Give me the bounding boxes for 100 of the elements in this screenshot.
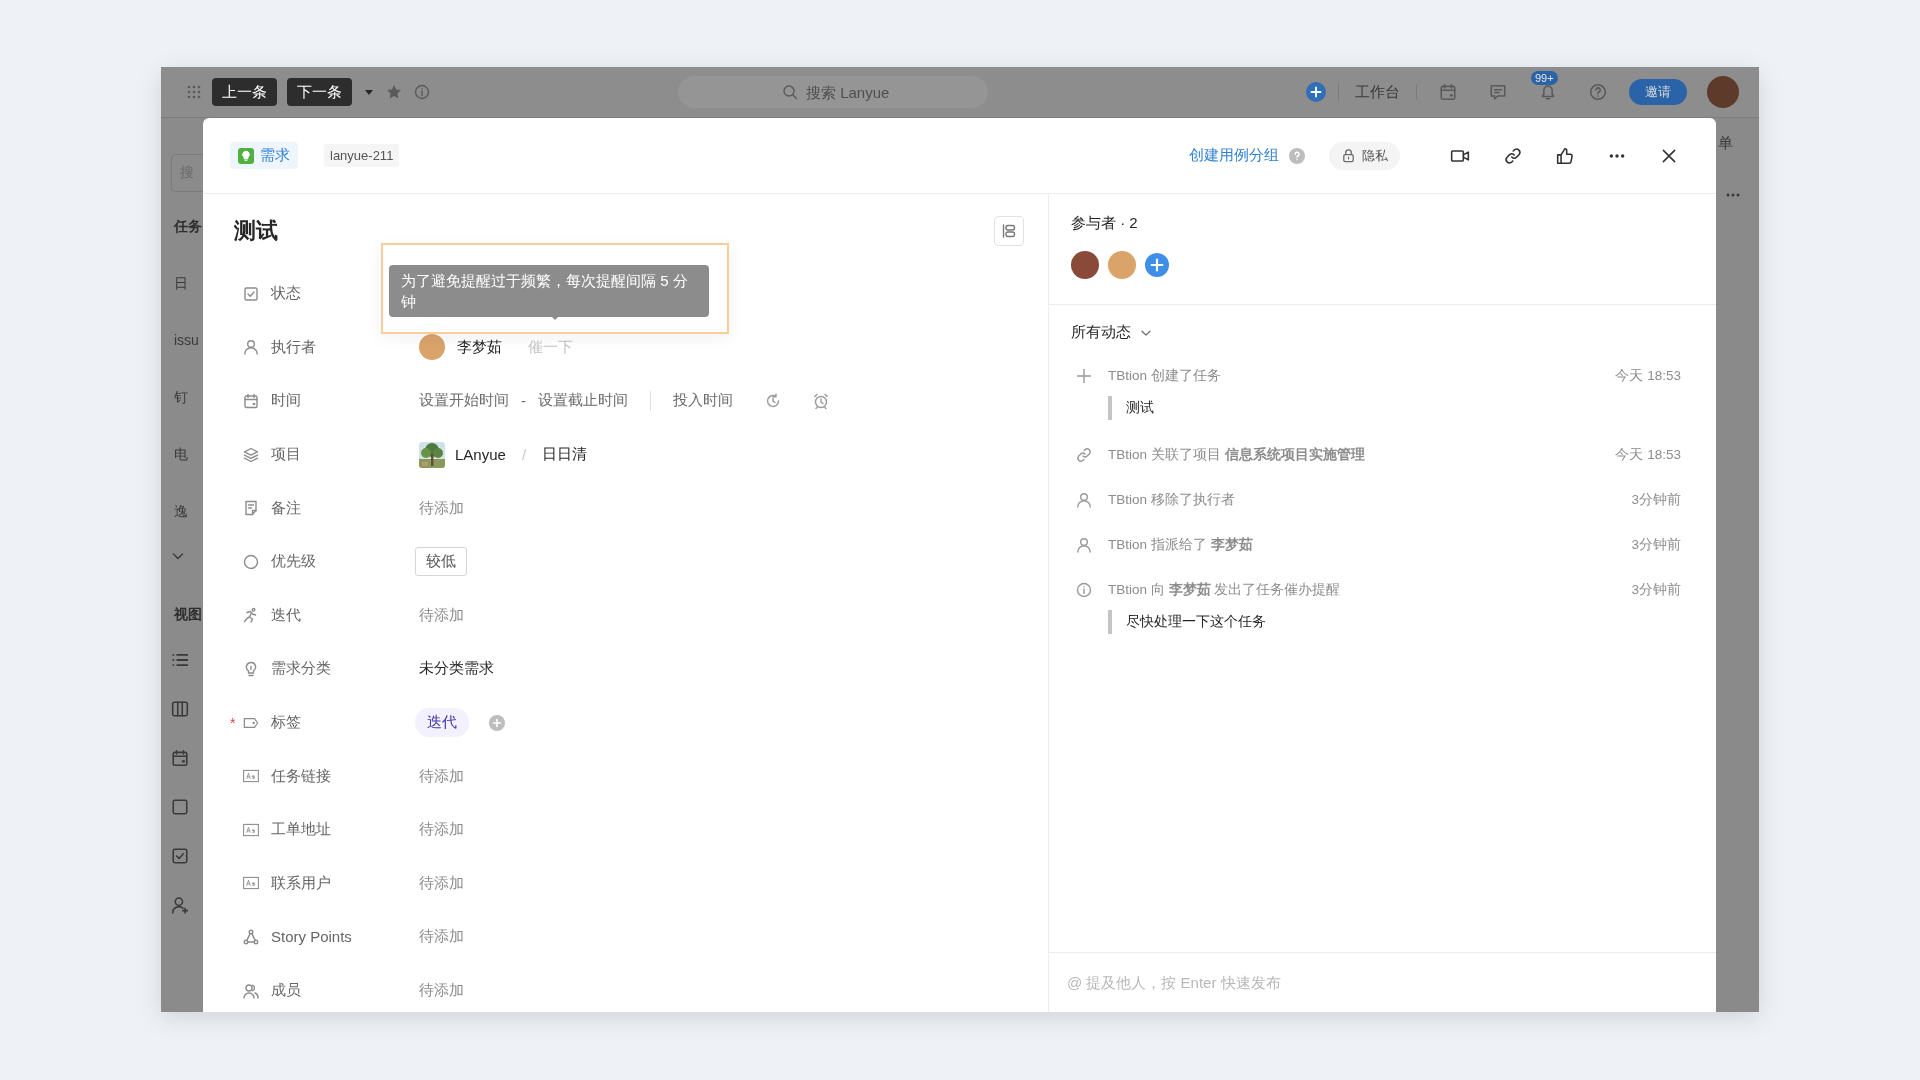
time-separator: - xyxy=(521,392,526,410)
note-icon xyxy=(243,500,259,517)
sidebar-item[interactable]: 日 xyxy=(174,263,203,320)
field-label: 任务链接 xyxy=(271,766,331,786)
link-icon xyxy=(1076,447,1092,463)
field-label: 状态 xyxy=(271,284,301,304)
workbench-link[interactable]: 工作台 xyxy=(1355,82,1400,102)
help-icon[interactable] xyxy=(1589,83,1607,101)
user-icon xyxy=(1076,537,1092,553)
circle-icon xyxy=(243,553,259,570)
empty-field[interactable]: 待添加 xyxy=(419,498,464,518)
type-tag[interactable]: 需求 xyxy=(230,142,298,169)
field-label: 工单地址 xyxy=(271,820,331,840)
invite-button[interactable]: 邀请 xyxy=(1629,79,1687,105)
task-id: lanyue-211 xyxy=(324,144,400,167)
layout-button[interactable] xyxy=(994,215,1024,246)
user-icon xyxy=(1076,492,1092,508)
activity-quote: 测试 xyxy=(1108,396,1681,420)
empty-field[interactable]: 待添加 xyxy=(419,927,464,947)
activity-filter[interactable]: 所有动态 xyxy=(1071,323,1131,342)
empty-field[interactable]: 待添加 xyxy=(419,766,464,786)
activity-time: 今天 18:53 xyxy=(1615,446,1681,464)
alarm-icon[interactable] xyxy=(813,393,829,409)
start-time-field[interactable]: 设置开始时间 xyxy=(419,391,509,411)
checkbox-icon[interactable] xyxy=(171,847,189,865)
info-icon[interactable] xyxy=(414,84,430,100)
search-field[interactable]: 搜索 Lanyue xyxy=(678,76,988,108)
chat-icon[interactable] xyxy=(1489,83,1507,101)
calendar-icon[interactable] xyxy=(171,749,189,767)
activity-time: 3分钟前 xyxy=(1631,581,1681,599)
add-icon[interactable] xyxy=(1306,82,1326,102)
calendar-icon[interactable] xyxy=(1439,83,1457,101)
link-icon[interactable] xyxy=(1504,146,1522,165)
participant-avatar[interactable] xyxy=(1071,251,1099,279)
nodes-icon xyxy=(243,928,259,945)
path-separator: / xyxy=(521,446,527,464)
help-icon[interactable] xyxy=(1289,147,1305,164)
section-heading: 任务 xyxy=(174,217,203,236)
assignee-avatar xyxy=(419,334,445,361)
tag-chip[interactable]: 迭代 xyxy=(415,708,469,738)
field-label: 优先级 xyxy=(271,552,316,572)
plus-icon xyxy=(1076,368,1092,384)
empty-field[interactable]: 待添加 xyxy=(419,981,464,1000)
caret-icon[interactable] xyxy=(364,87,374,97)
list-icon[interactable] xyxy=(171,651,189,669)
create-group-link[interactable]: 创建用例分组 xyxy=(1189,146,1279,165)
add-user-icon[interactable] xyxy=(171,896,189,914)
field-label: 项目 xyxy=(271,445,301,465)
project-name[interactable]: LAnyue xyxy=(455,446,506,464)
bell-icon[interactable] xyxy=(1539,83,1557,101)
section-heading: 视图 xyxy=(174,605,203,624)
effort-time-field[interactable]: 投入时间 xyxy=(673,391,733,411)
field-label: 成员 xyxy=(271,981,301,1000)
runner-icon xyxy=(243,607,259,624)
search-icon xyxy=(782,84,798,100)
user-avatar[interactable] xyxy=(1707,76,1739,108)
field-label: 标签 xyxy=(271,713,301,733)
activity-time: 3分钟前 xyxy=(1631,536,1681,554)
layers-icon xyxy=(243,446,259,463)
activity-time: 今天 18:53 xyxy=(1615,367,1681,385)
field-label: 迭代 xyxy=(271,605,301,625)
sidebar-item[interactable]: issu xyxy=(174,320,203,377)
tooltip: 为了避免提醒过于频繁，每次提醒间隔 5 分钟 xyxy=(389,265,709,317)
task-title: 测试 xyxy=(234,216,278,245)
history-icon[interactable] xyxy=(765,393,781,409)
group-name[interactable]: 日日清 xyxy=(542,445,588,465)
priority-button[interactable]: 较低 xyxy=(415,547,467,577)
activity-text: TBtion 移除了执行者 xyxy=(1108,491,1235,509)
thumbs-up-icon[interactable] xyxy=(1556,146,1574,165)
tooltip-arrow xyxy=(549,314,561,320)
empty-field[interactable]: 待添加 xyxy=(419,873,464,893)
nav-button[interactable]: 上一条 xyxy=(212,78,277,106)
activity-text: TBtion 指派给了 李梦茹 xyxy=(1108,536,1253,554)
field-value[interactable]: 未分类需求 xyxy=(419,659,494,679)
square-icon[interactable] xyxy=(171,798,189,816)
privacy-button[interactable]: 隐私 xyxy=(1329,141,1400,170)
nav-button[interactable]: 下一条 xyxy=(287,78,352,106)
star-icon[interactable] xyxy=(386,84,402,100)
lock-icon xyxy=(1341,148,1356,163)
bulb-icon xyxy=(243,660,259,677)
sidebar-item[interactable]: 钉 xyxy=(174,377,203,434)
field-label: 联系用户 xyxy=(271,873,331,893)
bulb-icon xyxy=(238,147,254,164)
text-field-icon xyxy=(243,821,259,838)
assignee-name[interactable]: 李梦茹 xyxy=(457,337,502,357)
empty-field[interactable]: 待添加 xyxy=(419,605,464,625)
apps-icon[interactable] xyxy=(186,84,202,100)
board-icon[interactable] xyxy=(171,700,189,718)
tab-label[interactable]: 单 xyxy=(1716,134,1733,153)
end-time-field[interactable]: 设置截止时间 xyxy=(538,391,628,411)
checkbox-icon xyxy=(243,285,259,302)
field-label: 备注 xyxy=(271,498,301,518)
sidebar-item[interactable]: 电 xyxy=(174,434,203,491)
sidebar-item[interactable]: 逸 xyxy=(174,491,203,548)
layout-icon xyxy=(1001,222,1017,239)
add-participant-icon[interactable] xyxy=(1145,253,1169,277)
empty-field[interactable]: 待添加 xyxy=(419,820,464,840)
participants-label: 参与者 · 2 xyxy=(1071,214,1139,233)
field-label: 执行者 xyxy=(271,337,316,357)
activity-text: TBtion 关联了项目 信息系统项目实施管理 xyxy=(1108,446,1365,464)
